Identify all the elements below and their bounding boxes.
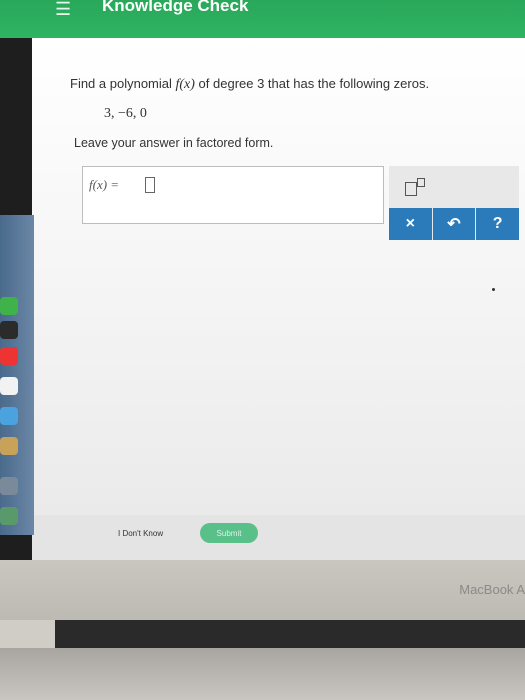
function-notation: f(x) — [175, 77, 195, 92]
app-icon[interactable] — [0, 437, 18, 455]
app-icon[interactable] — [0, 347, 18, 365]
clear-button[interactable]: × — [389, 208, 433, 240]
exponent-box-icon — [417, 178, 425, 187]
math-toolpad: × ↶ ? — [389, 166, 520, 240]
music-icon[interactable] — [0, 377, 18, 395]
undo-button[interactable]: ↶ — [432, 208, 477, 240]
action-bar: I Don't Know Submit — [32, 515, 525, 560]
app-icon[interactable] — [0, 507, 18, 525]
laptop-base — [0, 648, 525, 700]
answer-label: f(x) = — [89, 177, 120, 192]
page-title: Knowledge Check — [102, 0, 249, 15]
base-box-icon — [405, 182, 417, 196]
device-brand: MacBook A — [459, 582, 525, 597]
screen: ☰ Knowledge Check Find a polynomial f(x)… — [0, 0, 525, 560]
answer-input[interactable]: f(x) = — [82, 166, 384, 224]
submit-button[interactable]: Submit — [200, 523, 258, 543]
app-icon[interactable] — [0, 477, 18, 495]
zeros-list: 3, −6, 0 — [104, 106, 147, 121]
input-placeholder-box[interactable] — [145, 177, 155, 193]
app-header: ☰ Knowledge Check — [0, 0, 525, 38]
app-icon[interactable] — [0, 321, 18, 339]
superscript-button[interactable] — [403, 176, 431, 198]
menu-icon[interactable]: ☰ — [55, 0, 77, 20]
laptop-hinge — [55, 620, 525, 648]
toolpad-buttons: × ↶ ? — [389, 208, 520, 240]
question-text: Find a polynomial f(x) of degree 3 that … — [70, 76, 430, 92]
dock — [0, 215, 34, 535]
app-icon[interactable] — [0, 297, 18, 315]
help-button[interactable]: ? — [476, 208, 520, 240]
app-icon[interactable] — [0, 407, 18, 425]
instruction-text: Leave your answer in factored form. — [74, 136, 274, 150]
laptop-bezel — [0, 560, 525, 620]
question-panel: Find a polynomial f(x) of degree 3 that … — [32, 38, 525, 560]
dont-know-button[interactable]: I Don't Know — [118, 529, 163, 538]
cursor-dot — [492, 288, 495, 291]
